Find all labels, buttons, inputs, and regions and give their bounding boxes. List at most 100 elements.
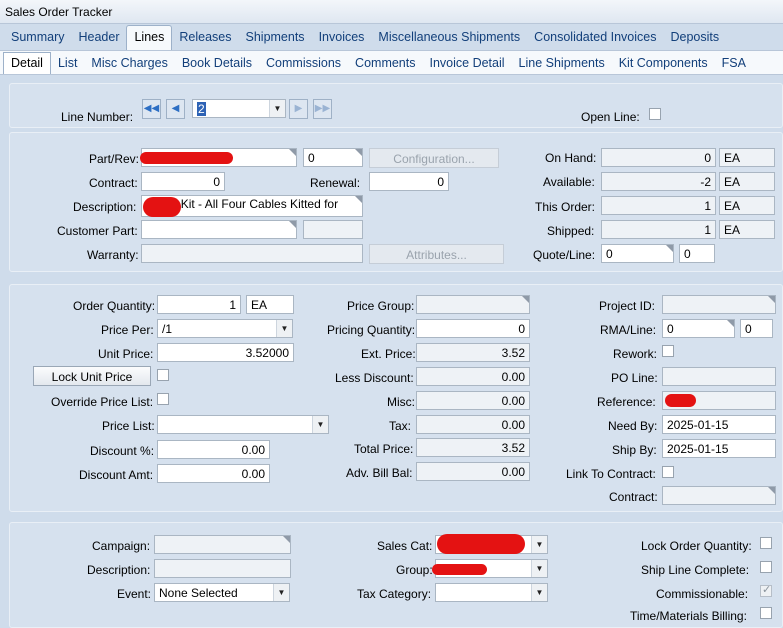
ext-price-field: 3.52 <box>416 343 530 362</box>
tab-consolidated-invoices[interactable]: Consolidated Invoices <box>527 24 663 50</box>
ext-price-label: Ext. Price: <box>361 347 416 361</box>
subtab-list[interactable]: List <box>51 51 84 74</box>
link-to-contract-checkbox[interactable] <box>662 466 674 478</box>
lock-unit-price-checkbox[interactable] <box>157 369 169 381</box>
project-id-field <box>662 295 776 314</box>
need-by-field[interactable]: 2025-01-15 <box>662 415 776 434</box>
override-price-list-checkbox[interactable] <box>157 393 169 405</box>
tab-shipments[interactable]: Shipments <box>239 24 312 50</box>
ship-by-field[interactable]: 2025-01-15 <box>662 439 776 458</box>
last-record-icon[interactable]: ▶▶ <box>313 99 332 119</box>
shipped-label: Shipped: <box>547 224 595 238</box>
subtab-detail[interactable]: Detail <box>3 52 51 74</box>
tab-deposits[interactable]: Deposits <box>663 24 726 50</box>
subtab-fsa[interactable]: FSA <box>715 51 753 74</box>
event-value: None Selected <box>159 586 238 600</box>
tab-releases[interactable]: Releases <box>172 24 238 50</box>
discount-amt-label: Discount Amt: <box>79 468 154 482</box>
less-discount-label: Less Discount: <box>335 371 414 385</box>
window-title: Sales Order Tracker <box>0 0 783 24</box>
contract-field[interactable]: 0 <box>141 172 225 191</box>
tax-label: Tax: <box>389 419 412 433</box>
available-label: Available: <box>543 175 595 189</box>
marketing-description-field <box>154 559 291 578</box>
customer-part-field[interactable] <box>141 220 297 239</box>
subtab-kit-components[interactable]: Kit Components <box>612 51 715 74</box>
line-number-label: Line Number: <box>61 110 134 124</box>
total-price-label: Total Price: <box>354 442 414 456</box>
marketing-description-label: Description: <box>87 563 151 577</box>
subtab-invoice-detail[interactable]: Invoice Detail <box>422 51 511 74</box>
price-group-label: Price Group: <box>347 299 415 313</box>
order-quantity-uom[interactable]: EA <box>246 295 294 314</box>
chevron-down-icon: ▼ <box>531 536 547 553</box>
configuration-button[interactable]: Configuration... <box>369 148 499 168</box>
order-quantity-label: Order Quantity: <box>73 299 156 313</box>
order-quantity-field[interactable]: 1 <box>157 295 241 314</box>
ship-by-label: Ship By: <box>612 443 657 457</box>
customer-part-label: Customer Part: <box>57 224 138 238</box>
customer-part-extra-field <box>303 220 363 239</box>
need-by-label: Need By: <box>608 419 658 433</box>
tab-header[interactable]: Header <box>71 24 126 50</box>
lock-order-quantity-label: Lock Order Quantity: <box>641 539 752 553</box>
price-list-select[interactable]: ▼ <box>157 415 329 434</box>
tab-miscellaneous-shipments[interactable]: Miscellaneous Shipments <box>371 24 527 50</box>
time-materials-billing-checkbox[interactable] <box>760 607 772 619</box>
tab-invoices[interactable]: Invoices <box>312 24 372 50</box>
price-list-label: Price List: <box>102 419 155 433</box>
pricing-quantity-label: Pricing Quantity: <box>327 323 416 337</box>
lock-order-quantity-checkbox[interactable] <box>760 537 772 549</box>
next-record-icon[interactable]: ▶ <box>289 99 308 119</box>
contract-label: Contract: <box>609 490 658 504</box>
quote-field[interactable]: 0 <box>601 244 674 263</box>
project-id-label: Project ID: <box>599 299 656 313</box>
first-record-icon[interactable]: ◀◀ <box>142 99 161 119</box>
lock-unit-price-button[interactable]: Lock Unit Price <box>33 366 151 386</box>
tab-summary[interactable]: Summary <box>4 24 71 50</box>
subtab-line-shipments[interactable]: Line Shipments <box>512 51 612 74</box>
subtab-comments[interactable]: Comments <box>348 51 422 74</box>
event-select[interactable]: None Selected ▼ <box>154 583 290 602</box>
subtab-commissions[interactable]: Commissions <box>259 51 348 74</box>
tax-category-label: Tax Category: <box>357 587 432 601</box>
warranty-field <box>141 244 363 263</box>
ship-line-complete-checkbox[interactable] <box>760 561 772 573</box>
renewal-field[interactable]: 0 <box>369 172 449 191</box>
sub-tab-bar: Detail List Misc Charges Book Details Co… <box>0 50 783 75</box>
quote-line-label: Quote/Line: <box>533 248 596 262</box>
campaign-label: Campaign: <box>92 539 151 553</box>
subtab-misc-charges[interactable]: Misc Charges <box>84 51 174 74</box>
commissionable-checkbox[interactable]: ✓ <box>760 584 772 597</box>
open-line-checkbox[interactable] <box>649 108 661 120</box>
price-group-field <box>416 295 530 314</box>
total-price-field: 3.52 <box>416 438 530 457</box>
tab-lines[interactable]: Lines <box>126 25 173 50</box>
subtab-book-details[interactable]: Book Details <box>175 51 259 74</box>
time-materials-billing-label: Time/Materials Billing: <box>630 609 747 623</box>
discount-pct-field[interactable]: 0.00 <box>157 440 270 459</box>
line-number-select[interactable]: 2 ▼ <box>192 99 286 118</box>
rework-checkbox[interactable] <box>662 345 674 357</box>
event-label: Event: <box>117 587 152 601</box>
chevron-down-icon: ▼ <box>312 416 328 433</box>
price-per-select[interactable]: /1 ▼ <box>157 319 293 338</box>
quote-line-field[interactable]: 0 <box>679 244 715 263</box>
unit-price-field[interactable]: 3.52000 <box>157 343 294 362</box>
price-per-label: Price Per: <box>101 323 154 337</box>
open-line-label: Open Line: <box>581 110 640 124</box>
previous-record-icon[interactable]: ◀ <box>166 99 185 119</box>
override-price-list-label: Override Price List: <box>51 395 154 409</box>
revision-field[interactable]: 0 <box>303 148 363 167</box>
redaction-mark <box>432 564 487 575</box>
attributes-button[interactable]: Attributes... <box>369 244 504 264</box>
part-rev-label: Part/Rev: <box>89 152 140 166</box>
pricing-quantity-field[interactable]: 0 <box>416 319 530 338</box>
contract-label: Contract: <box>89 176 138 190</box>
rma-field[interactable]: 0 <box>662 319 735 338</box>
discount-amt-field[interactable]: 0.00 <box>157 464 270 483</box>
po-line-field <box>662 367 776 386</box>
chevron-down-icon: ▼ <box>531 560 547 577</box>
tax-category-select[interactable]: ▼ <box>435 583 548 602</box>
rma-line-field[interactable]: 0 <box>740 319 773 338</box>
